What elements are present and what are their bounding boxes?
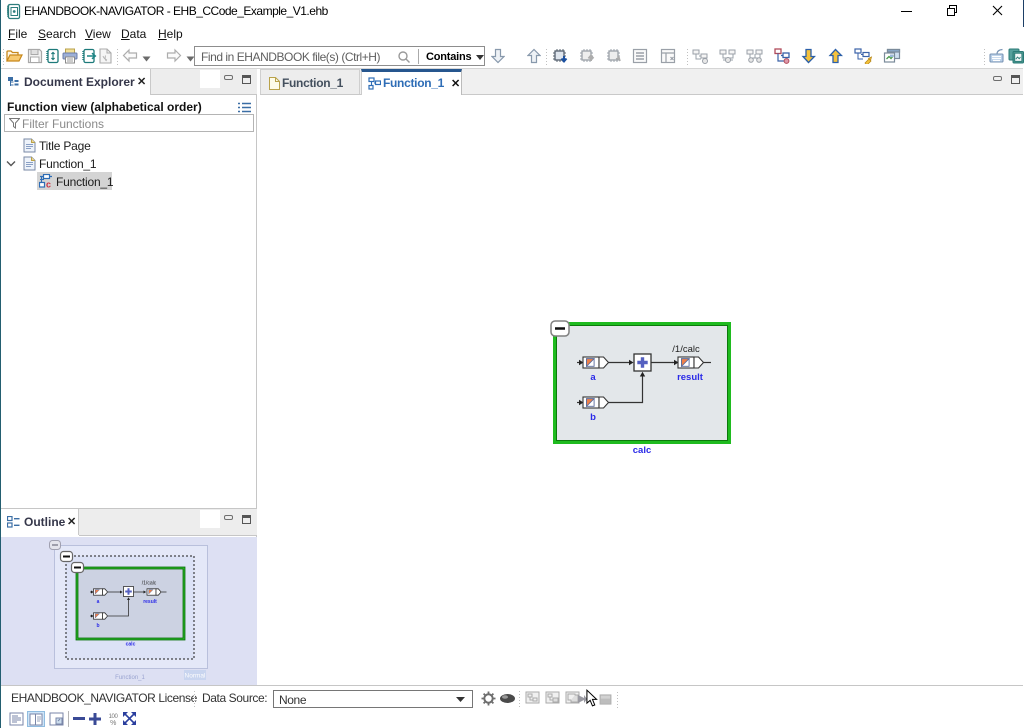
- svg-text:result: result: [677, 372, 704, 383]
- svg-text:%: %: [110, 720, 116, 726]
- svg-text:b: b: [590, 412, 596, 423]
- svg-text:/1/calc: /1/calc: [142, 581, 157, 587]
- svg-text:Function_1: Function_1: [115, 675, 145, 681]
- svg-text:Normal: Normal: [185, 673, 207, 680]
- svg-text:/1/calc: /1/calc: [672, 344, 700, 355]
- svg-text:a: a: [590, 372, 596, 383]
- svg-text:calc: calc: [126, 642, 136, 648]
- svg-text:b: b: [96, 623, 99, 629]
- svg-text:a: a: [97, 599, 100, 605]
- svg-text:c: c: [46, 180, 51, 189]
- svg-text:calc: calc: [633, 445, 652, 456]
- svg-text:result: result: [143, 599, 157, 605]
